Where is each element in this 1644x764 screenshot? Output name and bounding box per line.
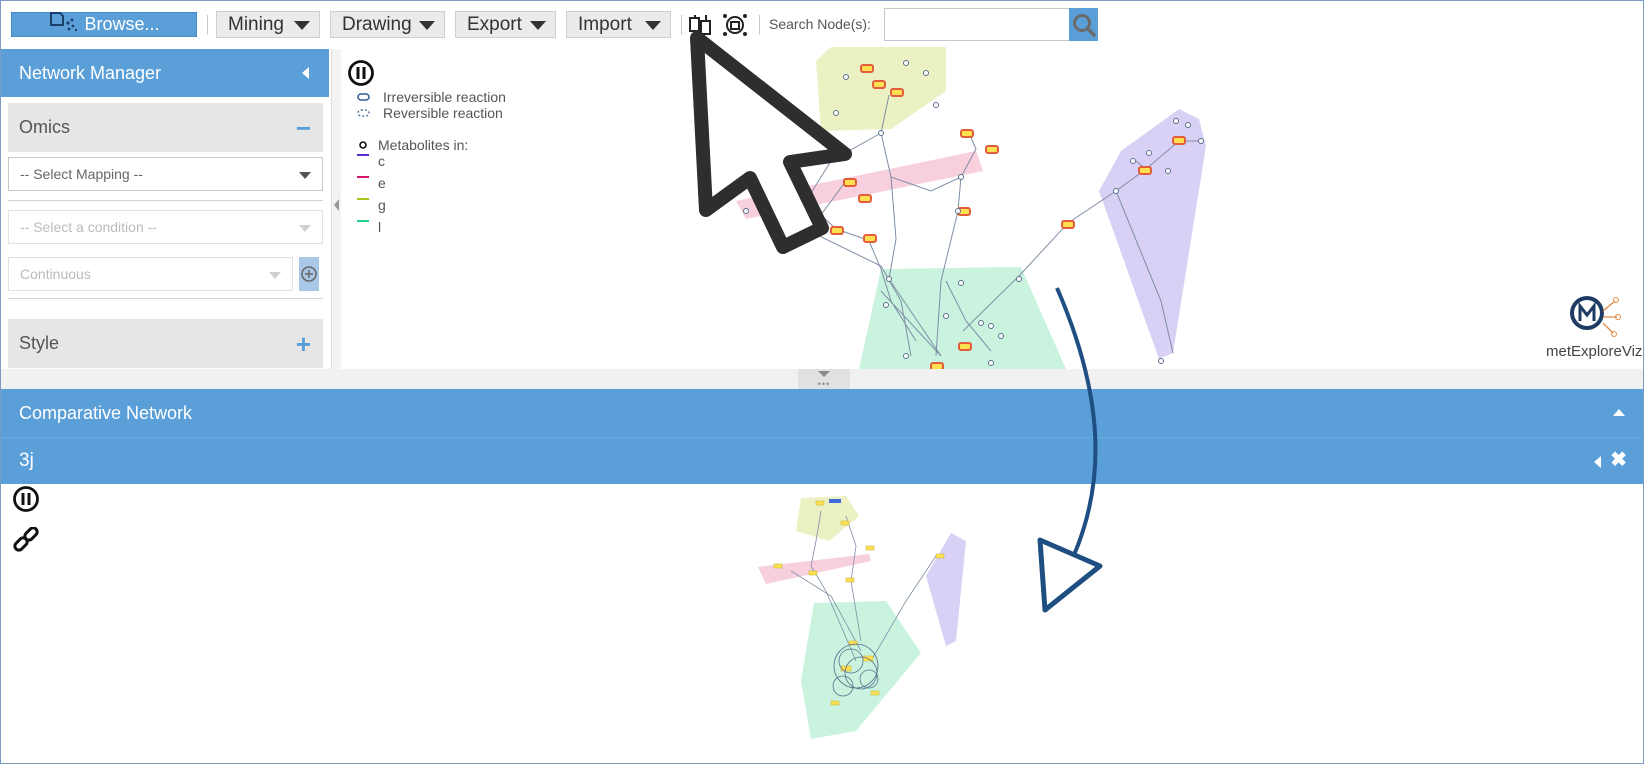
comparative-network-header: Comparative Network — [1, 389, 1643, 437]
toolbar-separator — [681, 15, 682, 35]
splitter-handle[interactable]: ••• — [798, 369, 850, 389]
omics-section-header[interactable]: Omics − — [8, 103, 323, 152]
collapse-left-icon[interactable] — [302, 67, 309, 79]
divider — [8, 200, 323, 201]
metexploreviz-logo — [1570, 296, 1621, 337]
compartment-l-label: l — [378, 219, 382, 235]
add-condition-button[interactable] — [299, 257, 319, 291]
chevron-down-icon — [299, 172, 311, 179]
mining-menu[interactable]: Mining — [216, 11, 320, 38]
comparative-canvas[interactable] — [1, 484, 1643, 763]
compare-networks-icon[interactable] — [687, 12, 715, 38]
chevron-down-icon — [299, 225, 311, 232]
drawing-menu[interactable]: Drawing — [330, 11, 445, 38]
comparative-network-graph — [758, 496, 966, 739]
export-menu-label: Export — [467, 13, 522, 35]
add-circle-icon — [301, 266, 317, 282]
network-manager-header: Network Manager — [1, 49, 329, 97]
logo-label: metExploreViz — [1546, 343, 1643, 360]
legend-metabolites-in: Metabolites in: — [378, 137, 469, 153]
omics-title: Omics — [19, 117, 70, 137]
comparative-tab-label: 3j — [19, 450, 34, 471]
caret-down-icon — [294, 21, 310, 30]
compartment-g-swatch — [357, 198, 369, 200]
comparative-tab[interactable]: 3j ✖ — [1, 437, 1643, 484]
browse-button[interactable]: Browse... — [11, 12, 197, 37]
search-icon — [1072, 13, 1096, 37]
irreversible-reaction-icon — [357, 93, 370, 101]
toolbar-separator — [759, 15, 760, 35]
top-toolbar: Browse... Mining Drawing Export Import S… — [1, 1, 1643, 47]
select-condition-value: -- Select a condition -- — [20, 219, 157, 235]
search-button[interactable] — [1069, 8, 1098, 41]
compartment-hull-c — [1099, 109, 1206, 359]
browse-icon — [48, 11, 78, 38]
scale-type-dropdown[interactable]: Continuous — [8, 257, 293, 291]
metabolite-icon — [359, 141, 367, 149]
reversible-reaction-icon — [357, 109, 370, 117]
compartment-g-label: g — [378, 197, 386, 213]
collapse-left-icon[interactable] — [334, 199, 339, 211]
close-icon[interactable]: ✖ — [1610, 450, 1627, 470]
comparative-network-title: Comparative Network — [19, 402, 193, 423]
horizontal-splitter[interactable]: ••• — [1, 369, 1643, 389]
browse-label: Browse... — [84, 14, 160, 34]
mining-menu-label: Mining — [228, 13, 284, 35]
caret-down-icon — [645, 21, 661, 30]
link-icon[interactable] — [11, 527, 41, 557]
network-manager-panel: Network Manager Omics − -- Select Mappin… — [1, 49, 331, 369]
app-window: Browse... Mining Drawing Export Import S… — [0, 0, 1644, 764]
collapse-minus-icon[interactable]: − — [296, 115, 311, 141]
collapse-left-icon[interactable] — [1594, 456, 1601, 468]
network-canvas[interactable]: Irreversible reaction Reversible reactio… — [341, 47, 1643, 369]
caret-down-icon — [419, 21, 435, 30]
drawing-menu-label: Drawing — [342, 13, 412, 35]
chevron-down-icon — [818, 371, 830, 377]
scale-type-value: Continuous — [20, 266, 91, 282]
compartment-l-swatch — [357, 220, 369, 222]
compartment-e-swatch — [357, 176, 369, 178]
import-menu[interactable]: Import — [566, 11, 671, 38]
search-label: Search Node(s): — [769, 16, 871, 32]
network-settings-icon[interactable] — [721, 12, 749, 38]
expand-plus-icon[interactable]: + — [296, 331, 311, 357]
network-graph — [736, 47, 1206, 369]
legend-irreversible: Irreversible reaction — [383, 89, 506, 105]
expand-up-icon[interactable] — [1613, 409, 1625, 416]
style-title: Style — [19, 333, 60, 353]
import-menu-label: Import — [578, 13, 632, 35]
compartment-e-label: e — [378, 175, 386, 191]
style-section-header[interactable]: Style + — [8, 319, 323, 368]
compartment-c-label: c — [378, 153, 385, 169]
select-mapping-value: -- Select Mapping -- — [20, 166, 143, 182]
export-menu[interactable]: Export — [455, 11, 556, 38]
select-mapping-dropdown[interactable]: -- Select Mapping -- — [8, 157, 323, 191]
chevron-down-icon — [269, 272, 281, 279]
search-input[interactable] — [884, 8, 1070, 41]
grip-dots-icon: ••• — [817, 379, 831, 389]
pause-icon[interactable] — [12, 485, 40, 513]
select-condition-dropdown[interactable]: -- Select a condition -- — [8, 210, 323, 244]
legend-reversible: Reversible reaction — [383, 105, 503, 121]
toolbar-separator — [207, 15, 208, 35]
network-manager-title: Network Manager — [19, 62, 162, 83]
caret-down-icon — [530, 21, 546, 30]
compartment-c-swatch — [357, 154, 369, 156]
pause-icon[interactable] — [347, 59, 375, 87]
divider — [8, 298, 323, 299]
